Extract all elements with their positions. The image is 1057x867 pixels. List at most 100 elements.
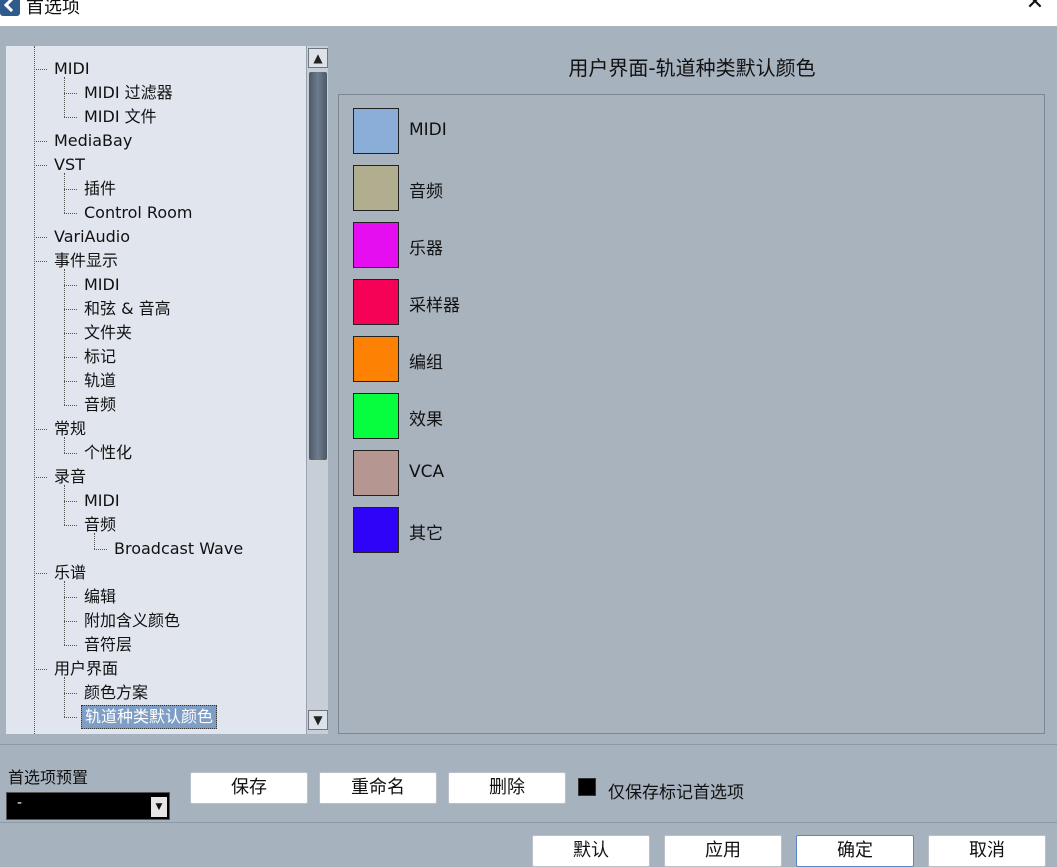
tree-connector <box>64 333 77 334</box>
tree-item[interactable]: 音频 <box>6 393 306 417</box>
apply-button[interactable]: 应用 <box>664 835 782 867</box>
tree-item[interactable]: MIDI <box>6 57 306 81</box>
tree-item-label: MediaBay <box>54 131 133 150</box>
tree-item-label: 音频 <box>84 515 117 534</box>
title-bar: 首选项 ✕ <box>0 0 1057 26</box>
tree-item-label: 乐谱 <box>54 563 87 582</box>
tree-item[interactable]: MIDI 文件 <box>6 105 306 129</box>
color-swatch[interactable] <box>353 393 399 439</box>
ok-button[interactable]: 确定 <box>796 835 914 867</box>
tree-item[interactable]: 音频 <box>6 513 306 537</box>
tree-item-label: Broadcast Wave <box>114 539 244 558</box>
tree-connector <box>64 381 77 382</box>
tree-item-label: 事件显示 <box>54 251 119 270</box>
tree-connector <box>64 117 77 118</box>
color-swatch-label: MIDI <box>409 120 447 140</box>
color-swatch[interactable] <box>353 336 399 382</box>
color-swatch[interactable] <box>353 450 399 496</box>
color-swatch[interactable] <box>353 279 399 325</box>
color-swatch-label: 其它 <box>409 524 443 544</box>
track-color-row: 乐器 <box>353 222 653 268</box>
tree-item-label: 和弦 & 音高 <box>84 299 171 318</box>
tree-item[interactable]: 插件 <box>6 177 306 201</box>
track-color-row: 编组 <box>353 336 653 382</box>
tree-item[interactable]: 和弦 & 音高 <box>6 297 306 321</box>
tree-item[interactable]: 用户界面 <box>6 657 306 681</box>
tree-item-label: MIDI <box>84 491 120 510</box>
close-icon[interactable]: ✕ <box>1023 0 1047 17</box>
tree-item[interactable]: MediaBay <box>6 129 306 153</box>
color-swatch[interactable] <box>353 222 399 268</box>
only-marked-checkbox[interactable] <box>578 778 596 796</box>
tree-item[interactable]: 编辑 <box>6 585 306 609</box>
color-swatch[interactable] <box>353 108 399 154</box>
tree-connector <box>64 621 77 622</box>
scroll-thumb[interactable] <box>309 72 327 460</box>
tree-item-label: Control Room <box>84 203 193 222</box>
cancel-button[interactable]: 取消 <box>928 835 1046 867</box>
scroll-down-icon[interactable]: ▼ <box>308 710 328 730</box>
tree-connector <box>64 269 65 405</box>
tree-item[interactable]: VST <box>6 153 306 177</box>
color-swatch[interactable] <box>353 165 399 211</box>
tree-item-label: VST <box>54 155 85 174</box>
tree-connector <box>64 501 77 502</box>
preferences-tree: MIDI MIDI 过滤器 MIDI 文件 MediaBay VST 插件 Control … <box>6 46 306 734</box>
color-swatch-label: VCA <box>409 462 445 482</box>
track-color-row: VCA <box>353 450 653 496</box>
tree-item-label: VariAudio <box>54 227 131 246</box>
tree-item[interactable]: 文件夹 <box>6 321 306 345</box>
tree-item[interactable]: 附加含义颜色 <box>6 609 306 633</box>
tree-item[interactable]: Broadcast Wave <box>6 537 306 561</box>
save-preset-button[interactable]: 保存 <box>190 772 308 804</box>
tree-item[interactable]: MIDI 过滤器 <box>6 81 306 105</box>
preset-select[interactable]: - ▼ <box>6 792 170 820</box>
tree-item[interactable]: MIDI <box>6 489 306 513</box>
track-color-row: 音频 <box>353 165 653 211</box>
tree-item[interactable]: 个性化 <box>6 441 306 465</box>
tree-connector <box>34 165 47 166</box>
preset-label: 首选项预置 <box>8 768 89 787</box>
tree-connector <box>64 189 77 190</box>
tree-item[interactable]: 轨道种类默认颜色 <box>6 705 306 729</box>
tree-item[interactable]: 标记 <box>6 345 306 369</box>
tree-connector <box>64 597 77 598</box>
tree-item-label: 常规 <box>54 419 87 438</box>
chevron-down-icon[interactable]: ▼ <box>151 797 167 817</box>
delete-preset-button[interactable]: 删除 <box>448 772 566 804</box>
tree-connector <box>34 69 47 70</box>
tree-connector <box>64 645 77 646</box>
tree-connector <box>64 357 77 358</box>
track-color-row: MIDI <box>353 108 653 154</box>
tree-scrollbar[interactable]: ▲ ▼ <box>306 46 328 734</box>
color-swatch-label: 乐器 <box>409 239 443 259</box>
tree-connector <box>64 285 77 286</box>
tree-item[interactable]: 轨道 <box>6 369 306 393</box>
tree-item[interactable]: 颜色方案 <box>6 681 306 705</box>
tree-item[interactable]: 录音 <box>6 465 306 489</box>
tree-item[interactable]: 事件显示 <box>6 249 306 273</box>
scroll-up-icon[interactable]: ▲ <box>308 48 328 68</box>
tree-connector <box>34 429 47 430</box>
tree-item[interactable]: Control Room <box>6 201 306 225</box>
color-swatch-label: 音频 <box>409 182 443 202</box>
tree-connector <box>64 405 77 406</box>
tree-item-label: 轨道 <box>84 371 117 390</box>
default-button[interactable]: 默认 <box>532 835 650 867</box>
tree-item[interactable]: 常规 <box>6 417 306 441</box>
tree-item[interactable]: 音符层 <box>6 633 306 657</box>
tree-item-label: 录音 <box>54 467 87 486</box>
tree-item[interactable]: VariAudio <box>6 225 306 249</box>
color-swatch[interactable] <box>353 507 399 553</box>
track-color-row: 效果 <box>353 393 653 439</box>
track-color-panel: MIDI 音频 乐器 采样器 编组 效果 VCA 其它 <box>338 94 1045 734</box>
tree-item[interactable]: 乐谱 <box>6 561 306 585</box>
rename-preset-button[interactable]: 重命名 <box>319 772 437 804</box>
tree-item-label: 轨道种类默认颜色 <box>81 705 218 729</box>
tree-connector <box>34 669 47 670</box>
app-icon <box>0 0 20 16</box>
tree-item[interactable]: MIDI <box>6 273 306 297</box>
tree-connector <box>34 477 47 478</box>
tree-connector <box>64 93 77 94</box>
color-swatch-label: 编组 <box>409 353 443 373</box>
